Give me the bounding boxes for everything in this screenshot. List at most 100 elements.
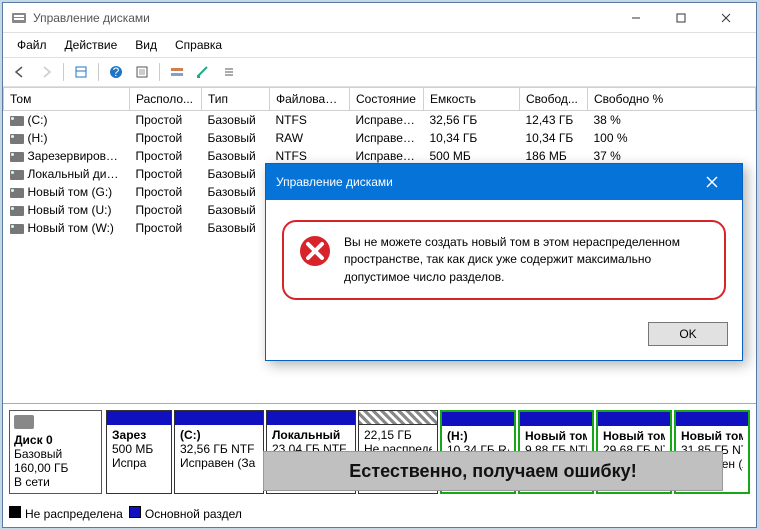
cell-type: Базовый: [202, 183, 270, 201]
menubar: Файл Действие Вид Справка: [3, 33, 756, 57]
ok-button[interactable]: OK: [648, 322, 728, 346]
legend-area: Не распределена Основной раздел: [3, 500, 756, 527]
window-title: Управление дисками: [33, 11, 613, 25]
disk-size: 160,00 ГБ: [14, 461, 97, 475]
partition-stripe: [107, 411, 171, 425]
cell-free: 10,34 ГБ: [520, 129, 588, 147]
partition-stripe: [359, 411, 437, 425]
partition-block[interactable]: Зарез500 МБИспра: [106, 410, 172, 494]
col-volume[interactable]: Том: [4, 88, 130, 111]
cell-type: Базовый: [202, 201, 270, 219]
partition-size: 32,56 ГБ NTF: [180, 442, 258, 456]
disk-management-window: Управление дисками Файл Действие Вид Спр…: [2, 2, 757, 528]
col-type[interactable]: Тип: [202, 88, 270, 111]
volume-icon: [10, 170, 24, 180]
window-buttons: [613, 4, 748, 32]
refresh-button[interactable]: [131, 61, 153, 83]
cell-layout: Простой: [130, 111, 202, 130]
volume-icon: [10, 206, 24, 216]
cell-status: Исправен...: [350, 111, 424, 130]
error-icon: [298, 234, 332, 268]
partition-stripe: [267, 411, 355, 425]
view-button[interactable]: [70, 61, 92, 83]
partition-size: 500 МБ: [112, 442, 166, 456]
dialog-titlebar: Управление дисками: [266, 164, 742, 200]
volume-name: Новый том (W:): [28, 221, 114, 235]
partition-name: Локальный: [272, 428, 350, 442]
toolbar: ?: [3, 57, 756, 87]
partition-stripe: [676, 412, 748, 426]
col-freepct[interactable]: Свободно %: [588, 88, 756, 111]
cell-freepct: 38 %: [588, 111, 756, 130]
toolbar-separator: [159, 63, 160, 81]
cell-layout: Простой: [130, 219, 202, 237]
disk-label: Диск 0: [14, 433, 97, 447]
menu-action[interactable]: Действие: [57, 35, 126, 55]
dialog-message: Вы не можете создать новый том в этом не…: [344, 234, 710, 286]
col-capacity[interactable]: Емкость: [424, 88, 520, 111]
minimize-button[interactable]: [613, 4, 658, 32]
properties-button[interactable]: [192, 61, 214, 83]
volume-icon: [10, 224, 24, 234]
volume-icon: [10, 134, 24, 144]
cell-fs: NTFS: [270, 111, 350, 130]
partition-name: Новый том: [603, 429, 665, 443]
disk-status: В сети: [14, 475, 97, 489]
volume-name: (C:): [28, 113, 48, 127]
disk-header-panel[interactable]: Диск 0 Базовый 160,00 ГБ В сети: [9, 410, 102, 494]
partition-block[interactable]: (C:)32,56 ГБ NTFИсправен (За: [174, 410, 264, 494]
cell-type: Базовый: [202, 111, 270, 130]
partition-status: Исправен (За: [180, 456, 258, 470]
cell-status: Исправен...: [350, 129, 424, 147]
legend-primary: Основной раздел: [129, 506, 242, 521]
disk-list-button[interactable]: [166, 61, 188, 83]
partition-name: (H:): [447, 429, 509, 443]
cell-layout: Простой: [130, 147, 202, 165]
menu-help[interactable]: Справка: [167, 35, 230, 55]
maximize-button[interactable]: [658, 4, 703, 32]
cell-layout: Простой: [130, 129, 202, 147]
menu-file[interactable]: Файл: [9, 35, 55, 55]
cell-fs: RAW: [270, 129, 350, 147]
volume-name: Зарезервировано...: [28, 149, 130, 163]
volume-icon: [10, 188, 24, 198]
dialog-close-button[interactable]: [692, 170, 732, 194]
cell-layout: Простой: [130, 201, 202, 219]
table-row[interactable]: (C:)ПростойБазовыйNTFSИсправен...32,56 Г…: [4, 111, 756, 130]
partition-stripe: [175, 411, 263, 425]
partition-status: Испра: [112, 456, 166, 470]
col-fs[interactable]: Файловая с...: [270, 88, 350, 111]
partition-stripe: [520, 412, 592, 426]
partition-size: 22,15 ГБ: [364, 428, 432, 442]
legend-unallocated: Не распределена: [9, 506, 123, 521]
cell-freepct: 100 %: [588, 129, 756, 147]
volume-name: (H:): [28, 131, 48, 145]
volume-name: Новый том (G:): [28, 185, 113, 199]
col-layout[interactable]: Располо...: [130, 88, 202, 111]
partition-stripe: [598, 412, 670, 426]
cell-free: 12,43 ГБ: [520, 111, 588, 130]
column-headers: Том Располо... Тип Файловая с... Состоян…: [4, 88, 756, 111]
volume-name: Новый том (U:): [28, 203, 112, 217]
cell-type: Базовый: [202, 165, 270, 183]
table-row[interactable]: (H:) ПростойБазовыйRAWИсправен... 10,34 ГБ…: [4, 129, 756, 147]
col-status[interactable]: Состояние: [350, 88, 424, 111]
volume-name: Локальный диск (...: [28, 167, 130, 181]
toolbar-separator: [63, 63, 64, 81]
close-button[interactable]: [703, 4, 748, 32]
help-button[interactable]: ?: [105, 61, 127, 83]
partition-name: Новый том: [525, 429, 587, 443]
svg-text:?: ?: [113, 65, 120, 79]
dialog-title: Управление дисками: [276, 175, 692, 189]
cell-type: Базовый: [202, 147, 270, 165]
nav-back-button[interactable]: [9, 61, 31, 83]
app-icon: [11, 10, 27, 26]
menu-view[interactable]: Вид: [127, 35, 165, 55]
cell-type: Базовый: [202, 129, 270, 147]
col-free[interactable]: Свобод...: [520, 88, 588, 111]
cell-layout: Простой: [130, 183, 202, 201]
partition-name: Новый том: [681, 429, 743, 443]
nav-forward-button[interactable]: [35, 61, 57, 83]
disk-icon: [14, 415, 34, 429]
list-button[interactable]: [218, 61, 240, 83]
